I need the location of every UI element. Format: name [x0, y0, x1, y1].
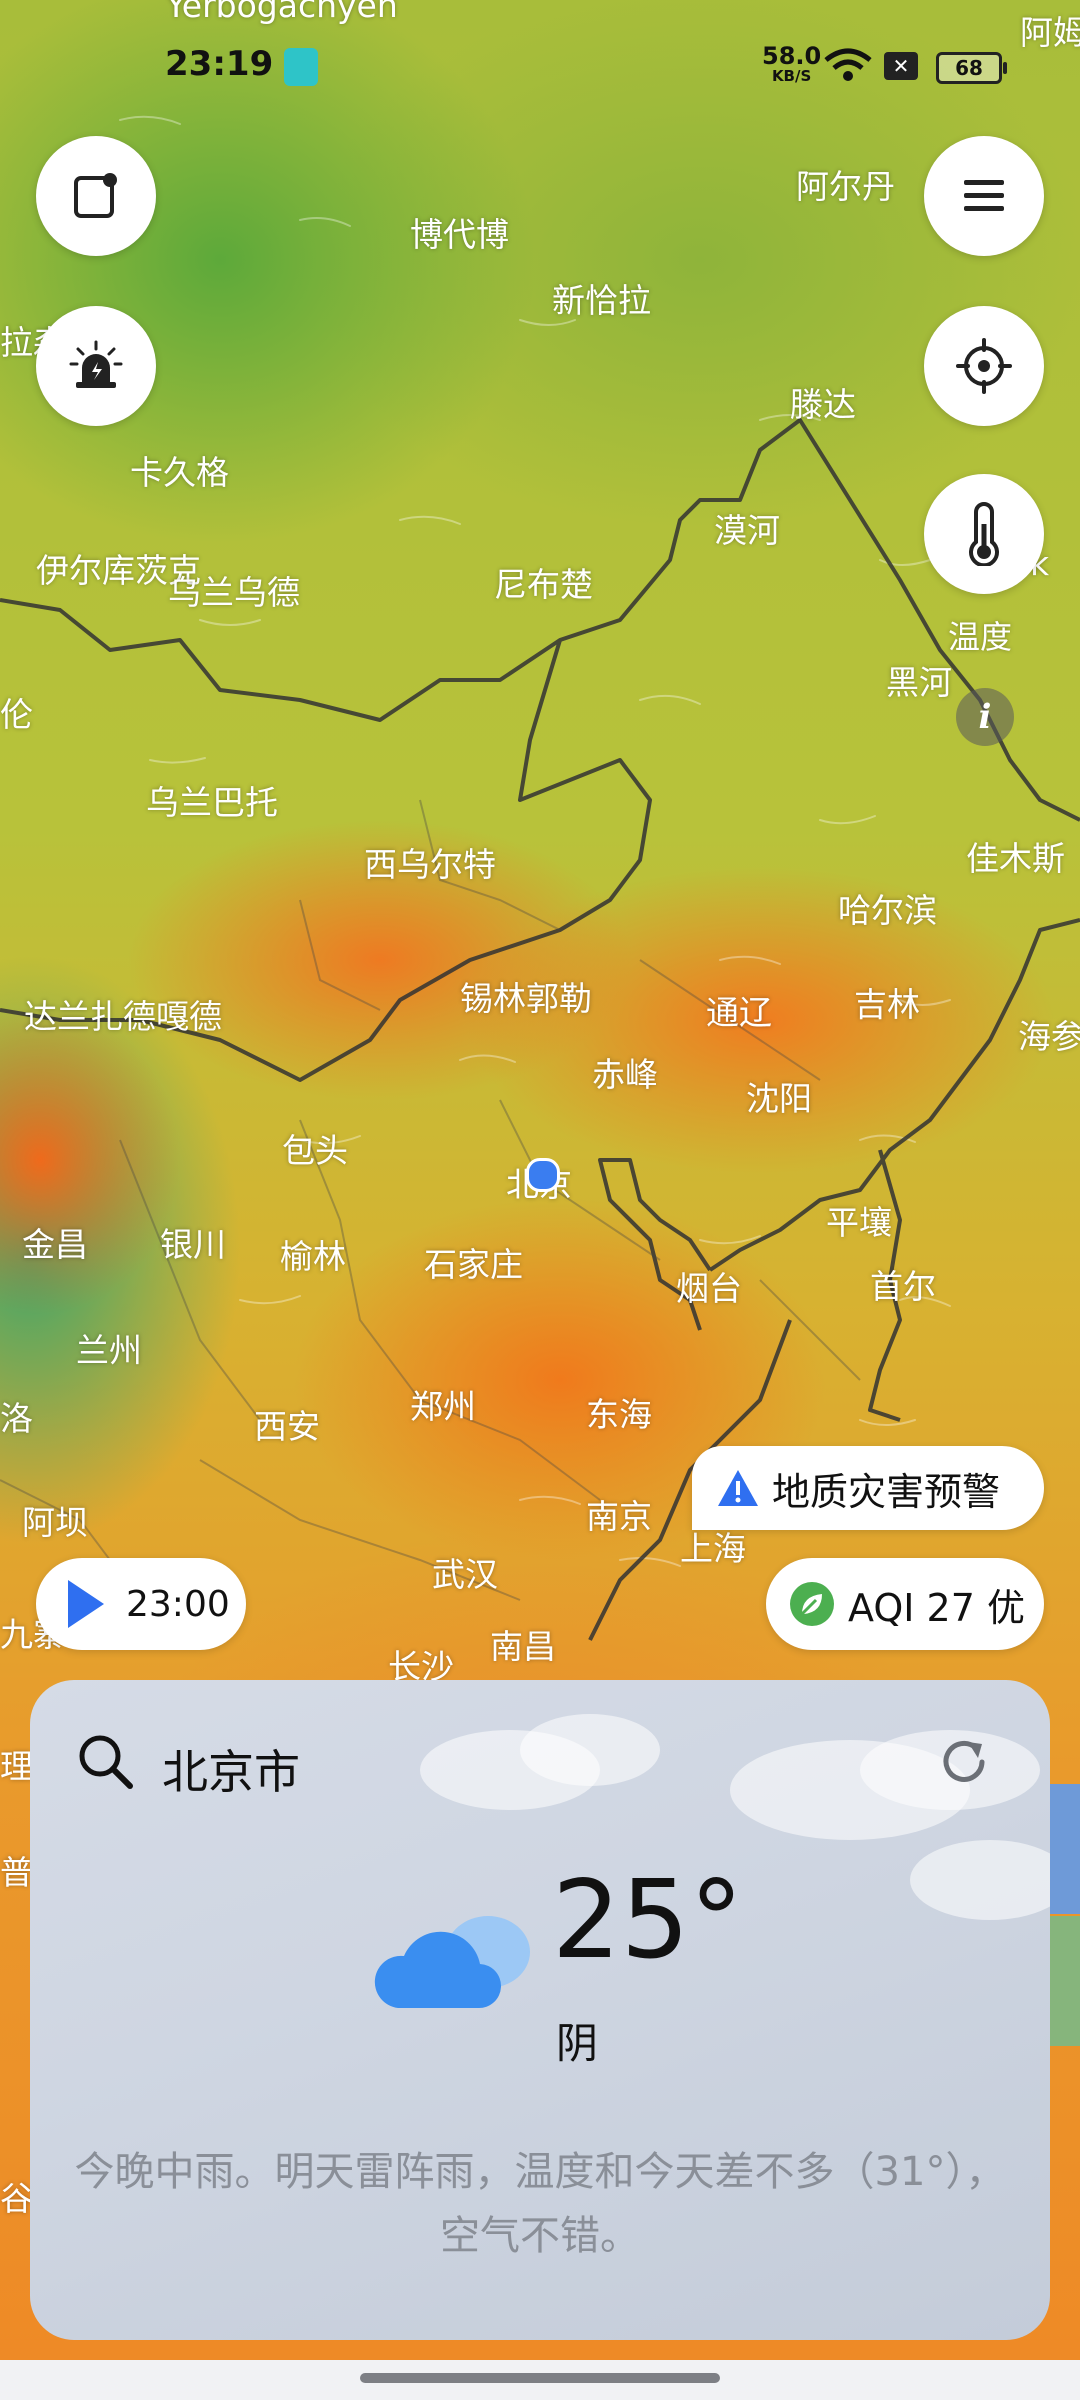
city-label[interactable]: 洛 — [0, 1392, 33, 1440]
home-gesture-handle[interactable] — [360, 2373, 720, 2383]
locate-icon — [956, 338, 1012, 394]
alert-label: 地质灾害预警 — [772, 1469, 1001, 1514]
city-label[interactable]: 海参 — [1018, 1010, 1080, 1058]
temperature-layer-button[interactable] — [924, 474, 1044, 594]
city-label[interactable]: 武汉 — [432, 1548, 498, 1596]
city-label[interactable]: 新恰拉 — [552, 274, 651, 322]
refresh-icon[interactable] — [936, 1734, 992, 1790]
city-label[interactable]: 金昌 — [22, 1218, 88, 1266]
city-label[interactable]: 兰州 — [76, 1324, 142, 1372]
aqi-label: AQI 27 优 — [848, 1585, 1025, 1630]
city-label[interactable]: 东海 — [586, 1388, 652, 1436]
playback-time: 23:00 — [126, 1583, 230, 1625]
alarm-siren-icon — [69, 340, 123, 388]
city-label[interactable]: 理 — [0, 1740, 33, 1788]
menu-icon — [964, 180, 1004, 211]
city-label[interactable]: 通辽 — [706, 986, 772, 1034]
city-label[interactable]: 赤峰 — [592, 1048, 658, 1096]
note-edit-button[interactable] — [36, 136, 156, 256]
city-label[interactable]: 滕达 — [790, 378, 856, 426]
city-label[interactable]: 博代博 — [410, 208, 509, 256]
city-label[interactable]: 伦 — [0, 688, 33, 736]
city-label[interactable]: 烟台 — [676, 1262, 742, 1310]
cloudy-icon — [374, 1916, 530, 2009]
warning-icon — [718, 1470, 758, 1506]
weather-condition: 阴 — [556, 2019, 599, 2068]
thermometer-icon — [969, 502, 999, 566]
city-label[interactable]: 谷 — [0, 2172, 33, 2220]
menu-button[interactable] — [924, 136, 1044, 256]
city-label[interactable]: 沈阳 — [746, 1072, 812, 1120]
city-label[interactable]: 南京 — [586, 1490, 652, 1538]
city-label[interactable]: 银川 — [160, 1218, 226, 1266]
info-button[interactable]: i — [956, 688, 1014, 746]
geologic-hazard-alert[interactable]: 地质灾害预警 — [692, 1446, 1044, 1530]
locate-button[interactable] — [924, 306, 1044, 426]
city-label[interactable]: 西乌尔特 — [364, 838, 496, 886]
note-edit-icon — [74, 173, 117, 218]
city-label[interactable]: 卡久格 — [130, 446, 229, 494]
city-label[interactable]: 南昌 — [490, 1620, 556, 1668]
city-label[interactable]: 包头 — [282, 1124, 348, 1172]
status-time: 23:19 — [165, 44, 274, 84]
city-label[interactable]: 黑河 — [886, 656, 952, 704]
leaf-icon — [790, 1582, 834, 1626]
city-label[interactable]: 阿坝 — [22, 1496, 88, 1544]
city-name[interactable]: 北京市 — [162, 1736, 300, 1802]
navigation-bar — [0, 2360, 1080, 2400]
city-label[interactable]: 阿尔丹 — [796, 160, 895, 208]
wifi-icon — [824, 48, 872, 81]
weather-summary: 今晚中雨。明天雷阵雨，温度和今天差不多（31°），空气不错。 — [74, 2149, 1006, 2259]
city-label[interactable]: 锡林郭勒 — [460, 972, 592, 1020]
status-bar: 23:19 58.0 KB/S ✕ 68 — [0, 0, 1080, 130]
layer-label: 温度 — [948, 618, 1013, 656]
city-label[interactable]: 西安 — [254, 1400, 320, 1448]
city-label[interactable]: 吉林 — [854, 978, 920, 1026]
play-icon[interactable] — [66, 1578, 106, 1630]
playback-control[interactable]: 23:00 — [36, 1558, 246, 1650]
city-label[interactable]: 乌兰巴托 — [146, 776, 278, 824]
city-label[interactable]: 漠河 — [714, 504, 780, 552]
city-label[interactable]: 达兰扎德嘎德 — [24, 990, 222, 1038]
temperature: 25° — [552, 1858, 744, 1983]
city-label[interactable]: 平壤 — [826, 1196, 892, 1244]
city-label[interactable]: 榆林 — [280, 1230, 346, 1278]
app-notification-icon — [284, 48, 318, 86]
city-label[interactable]: 尼布楚 — [494, 558, 593, 606]
city-label[interactable]: 哈尔滨 — [838, 884, 937, 932]
battery-indicator: 68 — [936, 52, 1007, 84]
aqi-badge[interactable]: AQI 27 优 — [766, 1558, 1044, 1650]
city-label[interactable]: 乌兰乌德 — [168, 566, 300, 614]
weather-card[interactable]: 北京市 25° 阴 今晚中雨。明天雷阵雨，温度和今天差不多（31°），空气不错。 — [30, 1680, 1050, 2340]
current-location-marker — [526, 1158, 560, 1192]
city-label[interactable]: 首尔 — [870, 1260, 936, 1308]
city-label[interactable]: 郑州 — [410, 1380, 476, 1428]
city-label[interactable]: 石家庄 — [424, 1238, 523, 1286]
alert-siren-button[interactable] — [36, 306, 156, 426]
city-label[interactable]: 佳木斯 — [966, 832, 1065, 880]
search-icon[interactable] — [76, 1732, 136, 1792]
network-speed: 58.0 KB/S — [762, 44, 821, 86]
sim-off-icon: ✕ — [884, 52, 918, 80]
